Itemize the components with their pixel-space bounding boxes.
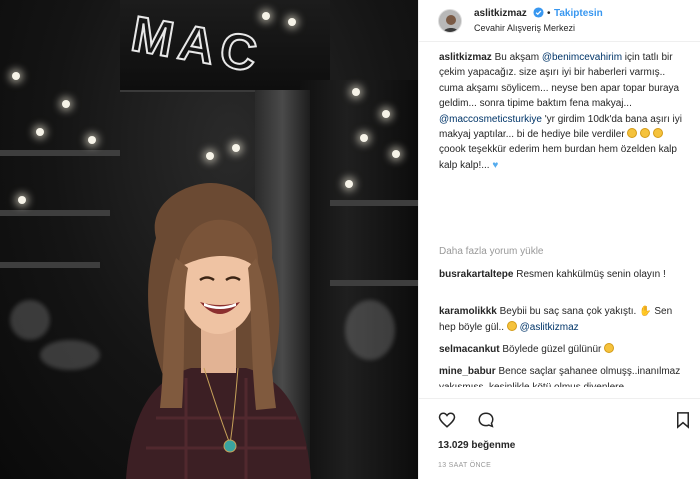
- grin-emoji-icon: [627, 128, 638, 139]
- ceiling-light: [288, 18, 296, 26]
- wink-emoji-icon: [604, 343, 615, 353]
- caption: aslitkizmaz Bu akşam @benimcevahirim içi…: [439, 50, 689, 173]
- avatar-image: [439, 10, 461, 32]
- caption-text: Bu akşam: [491, 52, 542, 63]
- comment-item: busrakartaltepe Resmen kahkülmüş senin o…: [439, 267, 689, 283]
- raised-hand-emoji-icon: ✋: [639, 306, 652, 317]
- avatar[interactable]: [438, 9, 462, 33]
- ceiling-light: [352, 88, 360, 96]
- caption-username[interactable]: aslitkizmaz: [439, 52, 492, 63]
- grin-emoji-icon: [640, 128, 651, 139]
- post-sidebar: aslitkizmaz • Takiptesin Cevahir Alışver…: [418, 0, 700, 479]
- ceiling-light: [62, 100, 70, 108]
- post-photo[interactable]: MAC: [0, 0, 418, 479]
- post-header: aslitkizmaz • Takiptesin Cevahir Alışver…: [419, 0, 700, 42]
- mention-link[interactable]: @benimcevahirim: [542, 52, 622, 63]
- bokeh: [10, 300, 50, 340]
- comment-username[interactable]: busrakartaltepe: [439, 269, 513, 280]
- verified-badge-icon: [533, 7, 544, 18]
- ceiling-light: [36, 128, 44, 136]
- ceiling-light: [360, 134, 368, 142]
- comment-bubble-icon[interactable]: [477, 411, 495, 429]
- comment-item: selmacankut Böylede güzel gülünür: [439, 342, 689, 358]
- blue-heart-emoji-icon: ♥: [492, 159, 499, 171]
- bookmark-icon[interactable]: [674, 411, 692, 429]
- ceiling-light: [262, 12, 270, 20]
- heart-icon[interactable]: [438, 411, 456, 429]
- comment-item: mine_babur Bence saçlar şahanee olmuşş..…: [439, 364, 689, 387]
- smile-emoji-icon: [506, 320, 517, 331]
- bokeh: [345, 300, 395, 360]
- post-timestamp[interactable]: 13 SAAT ÖNCE: [438, 462, 491, 469]
- comment-text: Böylede güzel gülünür: [499, 344, 605, 355]
- shelf: [0, 150, 120, 156]
- person-figure: [126, 182, 311, 479]
- action-bar: [419, 398, 700, 434]
- shelf: [330, 280, 418, 286]
- comment-text: Beybii bu saç sana çok yakıştı.: [496, 306, 640, 317]
- shelf: [0, 262, 100, 268]
- ceiling-light: [88, 136, 96, 144]
- location-link[interactable]: Cevahir Alışveriş Merkezi: [474, 23, 575, 33]
- comment-username[interactable]: karamolikkk: [439, 306, 497, 317]
- comment-username[interactable]: mine_babur: [439, 366, 496, 377]
- ceiling-light: [382, 110, 390, 118]
- ceiling-light: [345, 180, 353, 188]
- comment-item: karamolikkk Beybii bu saç sana çok yakış…: [439, 304, 689, 335]
- mention-link[interactable]: @aslitkizmaz: [520, 322, 579, 333]
- comments-section[interactable]: aslitkizmaz Bu akşam @benimcevahirim içi…: [419, 47, 700, 387]
- shelf: [0, 210, 110, 216]
- follow-button[interactable]: Takiptesin: [554, 8, 603, 19]
- ceiling-light: [206, 152, 214, 160]
- mention-link[interactable]: @maccosmeticsturkiye: [439, 114, 542, 125]
- header-username[interactable]: aslitkizmaz: [474, 8, 527, 19]
- shelf: [330, 200, 418, 206]
- grin-emoji-icon: [653, 128, 663, 139]
- comment-text: Resmen kahkülmüş senin olayın !: [513, 269, 666, 280]
- load-more-comments[interactable]: Daha fazla yorum yükle: [439, 246, 544, 257]
- ceiling-light: [392, 150, 400, 158]
- bokeh: [40, 340, 100, 370]
- caption-text: çoook teşekkür ederim hem burdan hem öze…: [439, 144, 677, 171]
- ceiling-light: [12, 72, 20, 80]
- comment-username[interactable]: selmacankut: [439, 344, 500, 355]
- like-count[interactable]: 13.029 beğenme: [438, 440, 515, 451]
- ceiling-light: [232, 144, 240, 152]
- ceiling-light: [18, 196, 26, 204]
- header-separator: •: [547, 8, 551, 19]
